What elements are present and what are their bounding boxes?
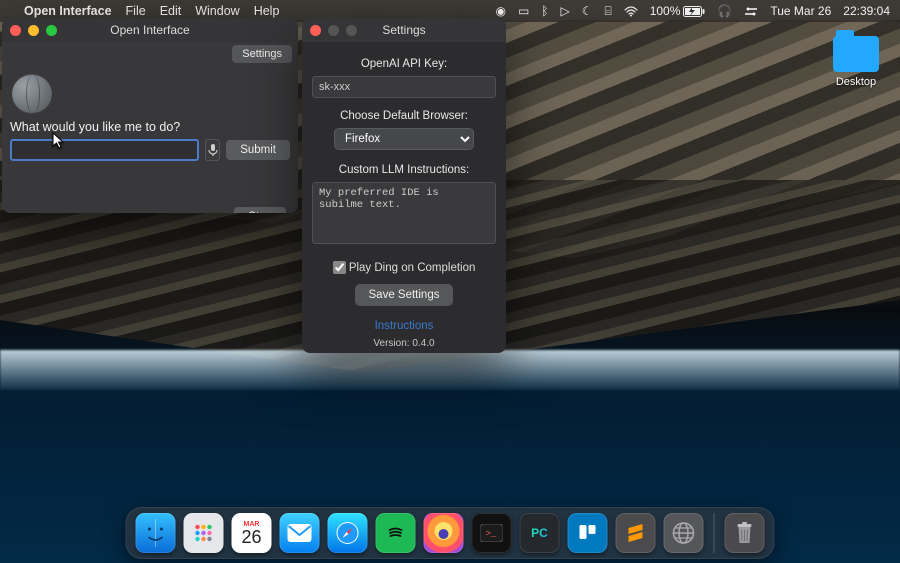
version-label: Version: 0.4.0 bbox=[312, 338, 496, 349]
settings-titlebar[interactable]: Settings bbox=[302, 18, 506, 42]
api-key-label: OpenAI API Key: bbox=[312, 58, 496, 70]
desktop-folder[interactable]: Desktop bbox=[826, 36, 886, 88]
headphones-icon[interactable]: 🎧 bbox=[717, 4, 732, 18]
minimize-icon[interactable] bbox=[28, 25, 39, 36]
close-icon[interactable] bbox=[10, 25, 21, 36]
record-icon[interactable]: ◉ bbox=[495, 4, 505, 18]
battery-percent: 100% bbox=[650, 4, 681, 18]
close-icon[interactable] bbox=[310, 25, 321, 36]
menubar-time[interactable]: 22:39:04 bbox=[843, 4, 890, 18]
open-interface-window: Open Interface Settings What would you l… bbox=[2, 18, 298, 213]
llm-instructions-label: Custom LLM Instructions: bbox=[312, 164, 496, 176]
minimize-icon[interactable] bbox=[328, 25, 339, 36]
dock-separator bbox=[714, 513, 715, 553]
maximize-icon[interactable] bbox=[46, 25, 57, 36]
dock-firefox[interactable] bbox=[424, 513, 464, 553]
save-settings-button[interactable]: Save Settings bbox=[355, 284, 454, 306]
dock-trello[interactable] bbox=[568, 513, 608, 553]
screen-mirror-icon[interactable]: ⌸ bbox=[605, 4, 612, 19]
dock-spotify[interactable] bbox=[376, 513, 416, 553]
calendar-day: 26 bbox=[241, 528, 261, 546]
command-input[interactable] bbox=[10, 139, 199, 161]
menubar-app-name[interactable]: Open Interface bbox=[24, 4, 112, 18]
play-ding-checkbox-label[interactable]: Play Ding on Completion bbox=[333, 262, 476, 274]
menu-file[interactable]: File bbox=[126, 4, 146, 18]
desktop-folder-label: Desktop bbox=[826, 76, 886, 88]
dock-mail[interactable] bbox=[280, 513, 320, 553]
bluetooth-icon[interactable]: ᛒ bbox=[541, 4, 548, 18]
dock-calendar[interactable]: MAR 26 bbox=[232, 513, 272, 553]
llm-instructions-textarea[interactable]: My preferred IDE is subilme text. bbox=[312, 182, 496, 244]
stop-button[interactable]: Stop bbox=[234, 207, 286, 213]
dock-finder[interactable] bbox=[136, 513, 176, 553]
dock-open-interface[interactable] bbox=[664, 513, 704, 553]
browser-label: Choose Default Browser: bbox=[312, 110, 496, 122]
folder-icon bbox=[833, 36, 879, 72]
do-not-disturb-icon[interactable]: ☾ bbox=[582, 4, 593, 18]
play-ding-checkbox[interactable] bbox=[333, 261, 346, 274]
menu-help[interactable]: Help bbox=[254, 4, 280, 18]
display-icon[interactable]: ▭ bbox=[518, 4, 529, 18]
dock-sublime[interactable] bbox=[616, 513, 656, 553]
menubar-status: ◉ ▭ ᛒ ▷ ☾ ⌸ 100% 🎧 Tue Mar 26 22:39:04 bbox=[495, 4, 890, 19]
dock-trash[interactable] bbox=[725, 513, 765, 553]
submit-button[interactable]: Submit bbox=[226, 140, 290, 160]
prompt-label: What would you like me to do? bbox=[10, 120, 290, 134]
svg-text:>_: >_ bbox=[486, 529, 497, 539]
open-interface-titlebar[interactable]: Open Interface bbox=[2, 18, 298, 42]
dock-pycharm[interactable]: PC bbox=[520, 513, 560, 553]
globe-icon bbox=[12, 74, 52, 114]
wifi-icon[interactable] bbox=[624, 6, 638, 17]
menu-edit[interactable]: Edit bbox=[160, 4, 182, 18]
dock-safari[interactable] bbox=[328, 513, 368, 553]
instructions-link[interactable]: Instructions bbox=[312, 320, 496, 332]
maximize-icon[interactable] bbox=[346, 25, 357, 36]
menubar-date[interactable]: Tue Mar 26 bbox=[770, 4, 831, 18]
settings-window: Settings OpenAI API Key: Choose Default … bbox=[302, 18, 506, 353]
mac-dock: MAR 26 >_ PC bbox=[126, 507, 775, 559]
battery-status[interactable]: 100% bbox=[650, 4, 706, 18]
play-ding-text: Play Ding on Completion bbox=[349, 262, 476, 274]
default-browser-select[interactable]: Firefox bbox=[334, 128, 474, 150]
microphone-button[interactable] bbox=[205, 139, 220, 161]
settings-button[interactable]: Settings bbox=[232, 45, 292, 63]
dock-launchpad[interactable] bbox=[184, 513, 224, 553]
menu-window[interactable]: Window bbox=[195, 4, 239, 18]
control-center-icon[interactable] bbox=[744, 6, 758, 17]
dock-terminal[interactable]: >_ bbox=[472, 513, 512, 553]
api-key-input[interactable] bbox=[312, 76, 496, 98]
airplay-icon[interactable]: ▷ bbox=[561, 4, 570, 18]
